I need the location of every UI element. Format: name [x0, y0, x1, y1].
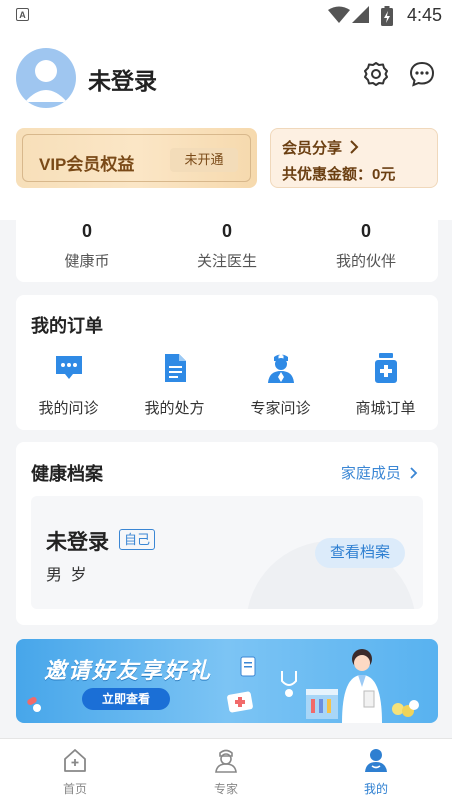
- order-expert-consultation[interactable]: 专家问诊: [228, 351, 333, 418]
- vip-card[interactable]: VIP会员权益 未开通: [16, 128, 257, 188]
- tab-mine[interactable]: 我的: [326, 747, 426, 797]
- profile-icon: [365, 749, 387, 772]
- chevron-right-icon: [410, 467, 418, 479]
- message-icon[interactable]: [408, 60, 436, 88]
- order-label: 专家问诊: [250, 400, 311, 417]
- prescription-icon: [164, 354, 186, 382]
- order-consultation[interactable]: 我的问诊: [16, 351, 121, 418]
- username[interactable]: 未登录: [88, 62, 157, 96]
- stat-label: 我的伙伴: [335, 253, 396, 270]
- view-record-button[interactable]: 查看档案: [315, 538, 405, 568]
- stat-partners[interactable]: 0 我的伙伴: [296, 206, 436, 271]
- health-records-card: 健康档案 家庭成员 未登录 自己 男 岁 查看档案: [16, 442, 438, 625]
- supplement-bottle-icon: [392, 700, 419, 717]
- health-title: 健康档案: [31, 464, 103, 484]
- chat-icon: [55, 356, 82, 379]
- pills-icon: [27, 697, 41, 712]
- invite-friends-banner[interactable]: 邀请好友享好礼 立即查看: [16, 639, 438, 723]
- doctor-illustration: [342, 649, 382, 723]
- my-orders-card: 我的订单 我的问诊 我的处方 专家问诊 商城订单: [16, 295, 438, 430]
- status-bar: A 4:45: [0, 0, 452, 30]
- vip-title: VIP会员权益: [39, 155, 135, 174]
- battery-icon: [381, 6, 393, 26]
- banner-title: 邀请好友享好礼: [44, 658, 213, 683]
- tab-home[interactable]: 首页: [25, 747, 125, 797]
- stats-card: 0 健康币 0 关注医生 0 我的伙伴: [16, 206, 438, 282]
- record-gender-age: 男 岁: [46, 567, 89, 584]
- orders-title: 我的订单: [31, 316, 103, 336]
- tab-label: 首页: [62, 782, 87, 796]
- vip-card-border: VIP会员权益 未开通: [22, 134, 251, 182]
- member-share-card[interactable]: 会员分享 共优惠金额：0元: [270, 128, 438, 188]
- medical-kit-icon: [227, 691, 253, 713]
- health-record-panel: 未登录 自己 男 岁 查看档案: [31, 496, 423, 609]
- clock: 4:45: [406, 5, 442, 25]
- order-label: 我的问诊: [38, 400, 99, 417]
- stat-label: 健康币: [64, 253, 110, 270]
- stat-followed-doctors[interactable]: 0 关注医生: [157, 206, 297, 271]
- tab-expert[interactable]: 专家: [176, 747, 276, 797]
- order-label: 我的处方: [144, 400, 205, 417]
- vip-activate-button[interactable]: 未开通: [170, 148, 238, 172]
- share-discount-amount: 共优惠金额：0元: [282, 166, 396, 183]
- stat-value: 0: [81, 221, 92, 241]
- signal-icon: [352, 6, 369, 23]
- stat-health-coins[interactable]: 0 健康币: [17, 206, 157, 271]
- view-now-button[interactable]: 立即查看: [82, 688, 170, 710]
- accessibility-notification-icon: A: [16, 8, 29, 21]
- chevron-right-icon: [350, 140, 359, 154]
- stethoscope-icon: [281, 671, 297, 697]
- family-members-link[interactable]: 家庭成员: [341, 462, 418, 483]
- avatar[interactable]: [16, 48, 76, 108]
- stat-value: 0: [221, 221, 232, 241]
- record-name: 未登录: [46, 531, 109, 554]
- doctor-icon: [267, 354, 294, 383]
- order-label: 商城订单: [355, 400, 416, 417]
- profile-header: 未登录 VIP会员权益 未开通 会员分享 共优惠金额：0元: [0, 30, 452, 220]
- stat-label: 关注医生: [196, 253, 257, 270]
- settings-gear-icon[interactable]: [362, 60, 390, 88]
- share-title: 会员分享: [282, 140, 343, 157]
- expert-icon: [215, 749, 237, 773]
- home-icon: [64, 749, 86, 772]
- clipboard-icon: [240, 656, 256, 677]
- order-prescription[interactable]: 我的处方: [122, 351, 227, 418]
- stat-value: 0: [360, 221, 371, 241]
- family-members-label: 家庭成员: [340, 465, 401, 482]
- bottom-tab-bar: 首页 专家 我的: [0, 738, 452, 803]
- tab-label: 我的: [363, 782, 388, 796]
- order-mall[interactable]: 商城订单: [333, 351, 438, 418]
- self-tag: 自己: [119, 529, 156, 550]
- wifi-icon: [328, 6, 350, 23]
- medicine-bottle-icon: [374, 353, 397, 383]
- tab-label: 专家: [213, 782, 238, 796]
